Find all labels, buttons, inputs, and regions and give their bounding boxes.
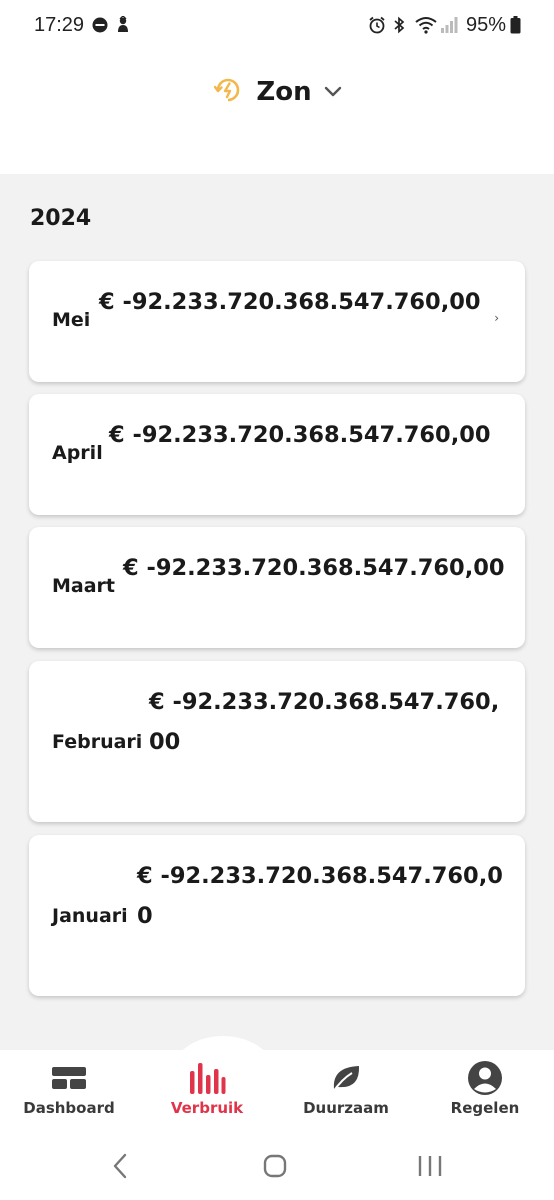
month-amount-line1: € -92.233.720.368.547.760, xyxy=(149,689,500,715)
home-icon[interactable] xyxy=(245,1150,305,1182)
month-label: Mei xyxy=(52,309,91,331)
sun-energy-icon xyxy=(212,74,244,110)
nav-item-verbruik[interactable]: Verbruik xyxy=(138,1060,276,1126)
month-amount: € -92.233.720.368.547.760,00 xyxy=(109,422,491,448)
bottom-navigation: Dashboard Verbruik Duurzaam Regelen xyxy=(0,1036,554,1130)
chevron-down-icon xyxy=(324,83,342,102)
leaf-icon xyxy=(330,1060,362,1096)
status-time: 17:29 xyxy=(34,14,85,36)
system-navigation xyxy=(0,1130,554,1200)
month-card-maart[interactable]: Maart € -92.233.720.368.547.760,00 xyxy=(29,527,525,648)
signal-icon xyxy=(440,14,458,36)
month-card-april[interactable]: April € -92.233.720.368.547.760,00 xyxy=(29,394,525,515)
nav-item-regelen[interactable]: Regelen xyxy=(416,1060,554,1126)
alarm-icon xyxy=(368,14,386,36)
do-not-disturb-icon xyxy=(92,14,108,36)
month-label: Februari xyxy=(52,731,143,753)
header: Zon xyxy=(0,52,554,174)
status-bar: 17:29 95% xyxy=(0,0,554,52)
month-amount-line2: 0 xyxy=(137,903,153,929)
month-amount-line1: € -92.233.720.368.547.760,0 xyxy=(137,863,503,889)
nav-label: Regelen xyxy=(450,1099,520,1117)
notification-app-icon xyxy=(115,14,131,36)
energy-type-selector[interactable]: Zon xyxy=(0,72,554,112)
battery-percentage: 95% xyxy=(465,14,506,36)
wifi-icon xyxy=(414,14,438,36)
month-card-januari[interactable]: Januari € -92.233.720.368.547.760,0 0 xyxy=(29,835,525,996)
page-title: Zon xyxy=(256,77,312,107)
bar-chart-icon xyxy=(188,1060,226,1096)
month-card-februari[interactable]: Februari € -92.233.720.368.547.760, 00 xyxy=(29,661,525,822)
month-label: Januari xyxy=(52,905,128,927)
recents-icon[interactable] xyxy=(400,1150,460,1182)
month-card-mei[interactable]: Mei € -92.233.720.368.547.760,00 › xyxy=(29,261,525,382)
month-label: April xyxy=(52,442,103,464)
month-amount: € -92.233.720.368.547.760,00 xyxy=(99,289,481,315)
nav-label: Verbruik xyxy=(170,1099,244,1117)
nav-label: Dashboard xyxy=(23,1099,115,1117)
bluetooth-icon xyxy=(392,14,406,36)
year-heading: 2024 xyxy=(30,206,92,231)
month-label: Maart xyxy=(52,575,116,597)
nav-label: Duurzaam xyxy=(303,1099,389,1117)
chevron-right-icon: › xyxy=(494,311,499,325)
month-amount: € -92.233.720.368.547.760,00 xyxy=(123,555,505,581)
month-amount-line2: 00 xyxy=(149,729,181,755)
nav-item-duurzaam[interactable]: Duurzaam xyxy=(277,1060,415,1126)
dashboard-icon xyxy=(51,1060,87,1096)
nav-item-dashboard[interactable]: Dashboard xyxy=(0,1060,138,1126)
account-circle-icon xyxy=(467,1060,503,1096)
content-area: 2024 Mei € -92.233.720.368.547.760,00 › … xyxy=(0,174,554,1050)
battery-icon xyxy=(510,14,521,36)
back-icon[interactable] xyxy=(90,1150,150,1182)
